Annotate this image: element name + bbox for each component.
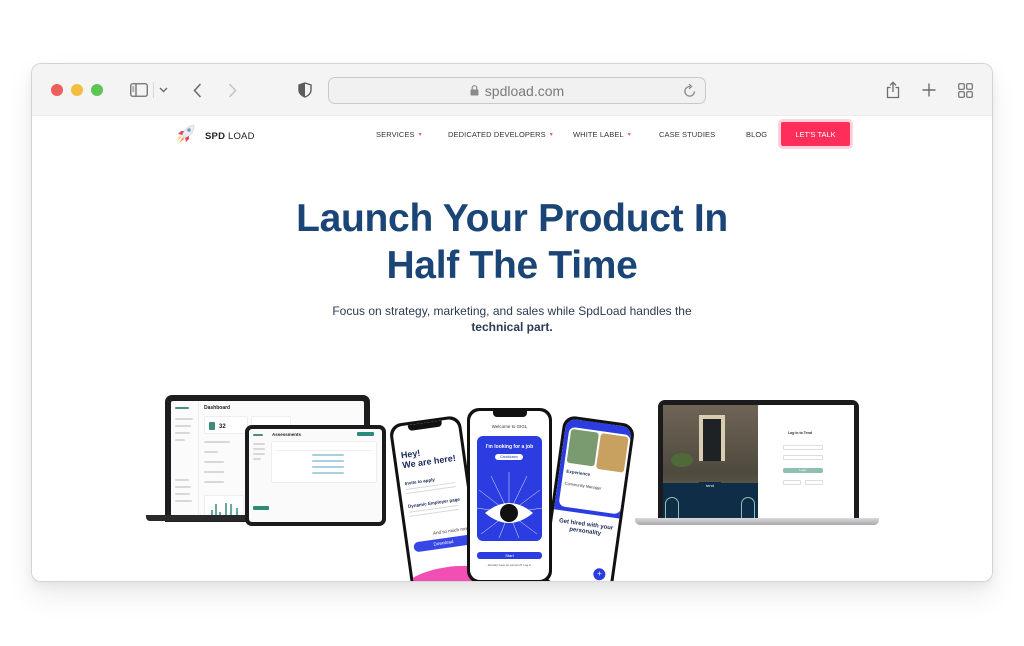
caret-down-icon: ▾	[418, 132, 422, 138]
grid-icon[interactable]	[956, 78, 974, 102]
laptop-base	[146, 515, 256, 521]
web-page: SPD LOAD SERVICES ▾ DEDICATED DEVELOPERS ▾…	[32, 116, 992, 581]
nav-white-label[interactable]: WHITE LABEL ▾	[573, 130, 631, 139]
tend-brand: tend	[699, 482, 721, 489]
assessments-table	[271, 441, 377, 483]
url-text: spdload.com	[484, 82, 565, 99]
eye-illustration	[477, 472, 542, 538]
hero-title: Launch Your Product In Half The Time	[32, 195, 992, 289]
job-card-title: I'm looking for a job	[485, 444, 534, 450]
chart-card	[204, 495, 244, 517]
shield-icon[interactable]	[296, 78, 314, 102]
phone-item: Dynamic Employer page	[407, 496, 461, 509]
caret-down-icon: ▾	[549, 132, 553, 138]
hero-title-line-2: Half The Time	[386, 244, 638, 287]
phone-tagline: Get hired with your personality	[558, 518, 614, 538]
toolbar-divider	[153, 82, 154, 98]
tend-screen: tend Log in to Tend Login	[663, 405, 854, 519]
chevron-down-icon[interactable]	[156, 78, 170, 102]
screenshot-stage: spdload.com SPD LOAD SERVICES ▾ DEDICATE…	[0, 0, 1024, 646]
phone-profile-mockup: Experience Community Manager Get hired w…	[540, 414, 636, 581]
stat-card: 32	[204, 416, 248, 434]
rocket-icon	[173, 122, 197, 151]
site-navbar: SPD LOAD SERVICES ▾ DEDICATED DEVELOPERS ▾…	[32, 116, 992, 156]
tend-login-title: Log in to Tend	[788, 431, 812, 435]
laptop-tend-mockup: tend Log in to Tend Login	[658, 400, 859, 522]
tend-login-button: Login	[783, 468, 823, 473]
browser-window: spdload.com SPD LOAD SERVICES ▾ DEDICATE…	[31, 63, 993, 582]
house-photo: tend	[663, 405, 758, 519]
chevron-left-icon[interactable]	[189, 78, 205, 102]
phone-profile-screen: Experience Community Manager Get hired w…	[543, 418, 633, 581]
dashboard-title: Dashboard	[204, 405, 231, 411]
phone-download-button: Download	[413, 534, 474, 553]
login-link: Already have an account? Log in	[487, 563, 532, 567]
hero-subtitle-bold: technical part.	[471, 320, 553, 334]
laptop-base	[635, 518, 879, 525]
phone-welcome: Welcome to GIGL	[491, 424, 528, 429]
stat-value: 32	[219, 424, 226, 430]
assessments-title: Assessments	[272, 432, 302, 437]
address-bar[interactable]: spdload.com	[328, 77, 706, 104]
candidates-pill: Candidates	[495, 454, 523, 460]
chevron-right-icon[interactable]	[224, 78, 240, 102]
phone-heading: Hey! We are here!	[400, 447, 457, 471]
nav-services[interactable]: SERVICES ▾	[376, 130, 422, 139]
share-icon[interactable]	[884, 78, 902, 102]
zoom-window-button[interactable]	[91, 84, 103, 96]
caret-down-icon: ▾	[627, 132, 631, 138]
lock-icon	[470, 85, 479, 96]
reload-icon[interactable]	[683, 83, 697, 98]
nav-dedicated-developers[interactable]: DEDICATED DEVELOPERS ▾	[448, 130, 553, 139]
nav-case-studies[interactable]: CASE STUDIES	[659, 130, 715, 139]
logo-text: SPD LOAD	[205, 131, 255, 142]
close-window-button[interactable]	[51, 84, 63, 96]
lets-talk-button[interactable]: LET'S TALK	[781, 122, 850, 146]
site-logo[interactable]: SPD LOAD	[173, 122, 255, 151]
phone-add-button: +	[592, 567, 607, 581]
hero-subtitle-text: Focus on strategy, marketing, and sales …	[332, 304, 692, 318]
sidebar-icon[interactable]	[129, 78, 149, 102]
phone-gigl-screen: Welcome to GIGL I'm looking for a job Ca…	[470, 411, 549, 580]
browser-toolbar: spdload.com	[32, 64, 992, 116]
minimize-window-button[interactable]	[71, 84, 83, 96]
plus-icon[interactable]	[920, 78, 938, 102]
hero-title-line-1: Launch Your Product In	[296, 197, 728, 240]
tablet-assessments-mockup: Assessments	[245, 425, 386, 526]
dashboard-sidebar	[171, 401, 199, 518]
hero-subtitle: Focus on strategy, marketing, and sales …	[32, 303, 992, 335]
phone-gigl-mockup: Welcome to GIGL I'm looking for a job Ca…	[467, 408, 552, 581]
start-button: Start	[477, 552, 542, 559]
job-card: I'm looking for a job Candidates	[477, 436, 542, 541]
nav-blog[interactable]: BLOG	[746, 130, 767, 139]
assessments-screen: Assessments	[249, 429, 382, 522]
